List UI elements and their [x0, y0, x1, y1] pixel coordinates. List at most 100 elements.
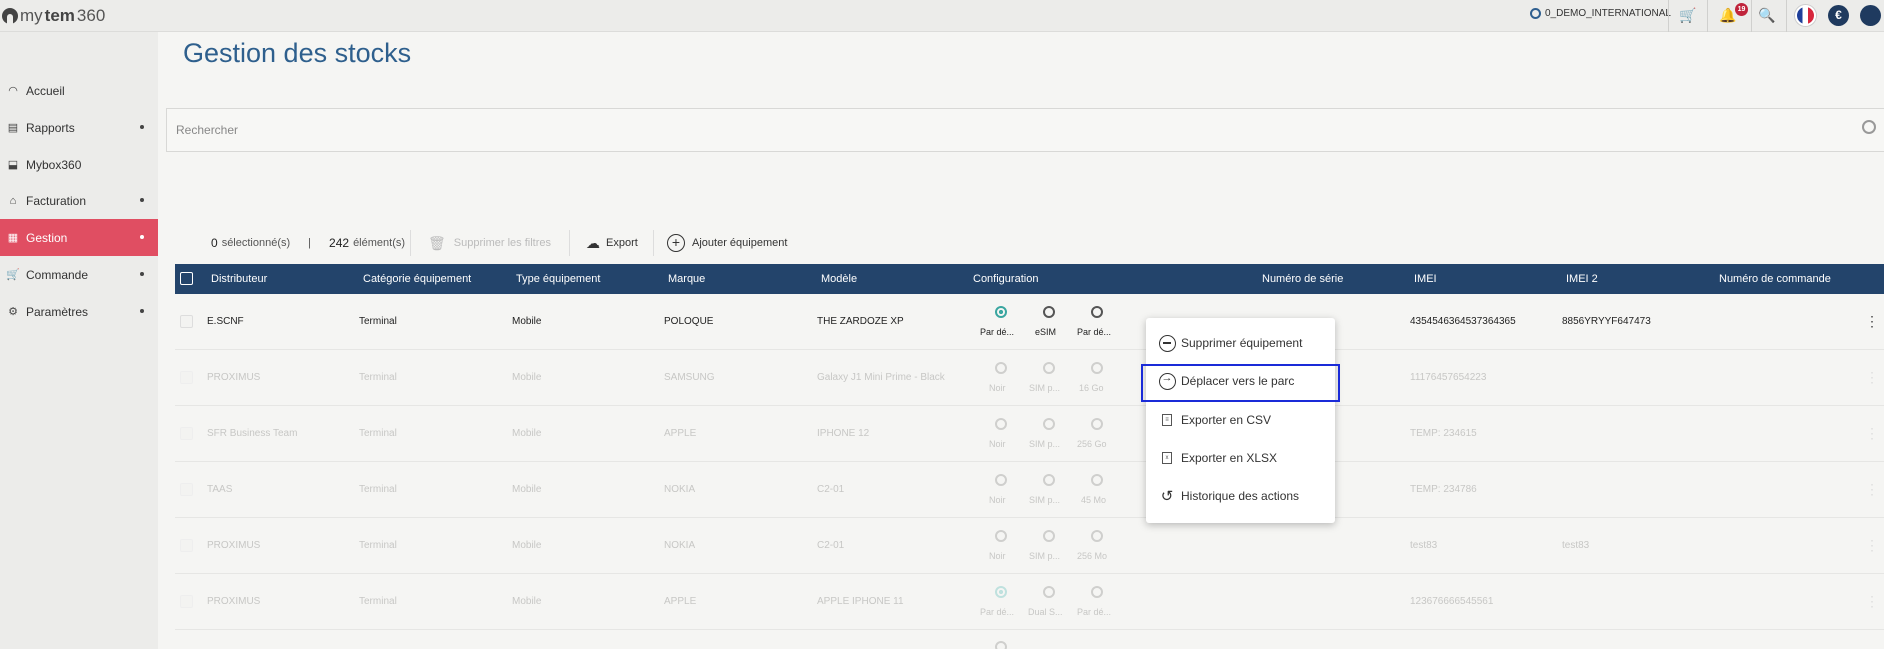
cfg-storage-label: Par dé... [1077, 607, 1112, 617]
cart-icon[interactable]: 🛒 [1679, 7, 1697, 24]
cfg-color-label: Noir [989, 383, 1006, 393]
cell-marque: SAMSUNG [664, 372, 715, 383]
cell-imei: TEMP: 234786 [1410, 484, 1477, 495]
column-header-numero-commande[interactable]: Numéro de commande [1719, 273, 1831, 285]
cell-distributeur: SFR Business Team [207, 428, 298, 439]
currency-button[interactable]: € [1828, 5, 1849, 26]
column-header-distributeur[interactable]: Distributeur [211, 273, 267, 285]
search-icon[interactable]: 🔍 [1758, 7, 1776, 24]
sidebar-item-label: Gestion [26, 230, 68, 245]
grid-icon: ▦ [7, 232, 19, 244]
table-row[interactable]: E.SCNF Terminal Mobile POLOQUE THE ZARDO… [175, 294, 1884, 350]
sidebar-item-facturation[interactable]: ⌂ Facturation [0, 182, 158, 219]
cell-marque: NOKIA [664, 484, 696, 495]
avatar[interactable] [1860, 5, 1881, 26]
language-flag-icon[interactable] [1795, 5, 1816, 26]
row-checkbox[interactable] [180, 595, 193, 608]
cfg-sim-label: eSIM [1035, 327, 1057, 337]
cfg-storage-label: 256 Go [1077, 439, 1107, 449]
cloud-download-icon: ☁ [586, 234, 600, 251]
storage-icon [1091, 586, 1103, 598]
table-row[interactable] [175, 630, 1884, 649]
trash-icon: 🗑 [428, 234, 446, 251]
clear-filters-button[interactable]: 🗑 Supprimer les filtres [428, 232, 551, 254]
menu-item-exporter-xlsx[interactable]: x Exporter en XLSX [1158, 447, 1277, 469]
storage-icon [1091, 362, 1103, 374]
account-selector[interactable]: 0_DEMO_INTERNATIONAL [1530, 8, 1671, 19]
sim-icon [1043, 362, 1055, 374]
search-icon[interactable] [1862, 120, 1876, 134]
row-context-menu: Supprimer équipement Déplacer vers le pa… [1146, 318, 1335, 523]
add-equipment-button[interactable]: + Ajouter équipement [667, 232, 787, 254]
menu-item-historique-actions[interactable]: ↺ Historique des actions [1158, 485, 1299, 507]
select-all-checkbox[interactable] [180, 272, 193, 285]
sidebar-item-rapports[interactable]: ▤ Rapports [0, 109, 158, 146]
column-header-configuration[interactable]: Configuration [973, 273, 1038, 285]
export-button[interactable]: ☁ Export [586, 232, 638, 254]
column-header-modele[interactable]: Modèle [821, 273, 857, 285]
cfg-sim-label: SIM p... [1029, 495, 1061, 505]
cell-modele: C2-01 [817, 540, 845, 551]
column-header-type[interactable]: Type équipement [516, 273, 600, 285]
column-header-marque[interactable]: Marque [668, 273, 705, 285]
column-header-imei[interactable]: IMEI [1414, 273, 1437, 285]
row-menu-icon[interactable]: ⋮ [1865, 594, 1879, 608]
logo-icon [2, 8, 18, 24]
column-header-categorie[interactable]: Catégorie équipement [363, 273, 471, 285]
cfg-sim-label: SIM p... [1029, 383, 1061, 393]
cell-modele: C2-01 [817, 484, 845, 495]
cfg-color-label: Noir [989, 439, 1006, 449]
sidebar-item-mybox360[interactable]: ⬓ Mybox360 [0, 146, 158, 183]
menu-item-label: Historique des actions [1181, 489, 1300, 503]
row-menu-icon[interactable]: ⋮ [1865, 426, 1879, 440]
app-logo[interactable]: my tem 360 [2, 6, 105, 26]
cfg-color-label: Par dé... [980, 327, 1015, 337]
expand-dot-icon [140, 125, 144, 129]
logo-prefix: my [20, 6, 43, 25]
cell-marque: POLOQUE [664, 316, 714, 327]
column-header-numero-serie[interactable]: Numéro de série [1262, 273, 1343, 285]
row-checkbox[interactable] [180, 315, 193, 328]
table-row[interactable]: PROXIMUS Terminal Mobile SAMSUNG Galaxy … [175, 350, 1884, 406]
row-checkbox[interactable] [180, 539, 193, 552]
table-row[interactable]: TAAS Terminal Mobile NOKIA C2-01 Noir SI… [175, 462, 1884, 518]
cfg-color-label: Par dé... [980, 607, 1015, 617]
cfg-storage-label: Par dé... [1077, 327, 1112, 337]
menu-item-exporter-csv[interactable]: ≡ Exporter en CSV [1158, 409, 1271, 431]
row-menu-icon[interactable]: ⋮ [1865, 370, 1879, 384]
cell-marque: APPLE [664, 428, 697, 439]
sim-icon [1043, 418, 1055, 430]
sidebar: ◠ Accueil ▤ Rapports ⬓ Mybox360 ⌂ Factur… [0, 32, 158, 649]
cell-imei: 123676666545561 [1410, 596, 1494, 607]
table-row[interactable]: PROXIMUS Terminal Mobile APPLE APPLE IPH… [175, 574, 1884, 630]
sidebar-item-accueil[interactable]: ◠ Accueil [0, 72, 158, 109]
column-header-imei2[interactable]: IMEI 2 [1566, 273, 1598, 285]
selected-label: sélectionné(s) [221, 237, 291, 249]
sidebar-item-commande[interactable]: 🛒 Commande [0, 256, 158, 293]
storage-icon [1091, 306, 1103, 318]
expand-dot-icon [140, 235, 144, 239]
menu-item-label: Exporter en CSV [1181, 413, 1272, 427]
cell-distributeur: PROXIMUS [207, 596, 261, 607]
cfg-color-label: Noir [989, 551, 1006, 561]
sidebar-item-gestion[interactable]: ▦ Gestion [0, 219, 158, 256]
row-menu-icon[interactable]: ⋮ [1865, 482, 1879, 496]
color-icon [995, 418, 1007, 430]
table-row[interactable]: PROXIMUS Terminal Mobile NOKIA C2-01 Noi… [175, 518, 1884, 574]
table-row[interactable]: SFR Business Team Terminal Mobile APPLE … [175, 406, 1884, 462]
cell-marque: APPLE [664, 596, 697, 607]
cell-modele: IPHONE 12 [817, 428, 870, 439]
row-checkbox[interactable] [180, 371, 193, 384]
sidebar-item-parametres[interactable]: ⚙ Paramètres [0, 293, 158, 330]
menu-item-supprimer-equipement[interactable]: Supprimer équipement [1158, 332, 1302, 354]
row-checkbox[interactable] [180, 427, 193, 440]
row-checkbox[interactable] [180, 483, 193, 496]
table-header: Distributeur Catégorie équipement Type é… [175, 264, 1884, 294]
color-icon [995, 474, 1007, 486]
cfg-sim-label: SIM p... [1029, 439, 1061, 449]
row-menu-icon[interactable]: ⋮ [1865, 314, 1879, 328]
page-title: Gestion des stocks [183, 38, 412, 68]
search-input[interactable] [167, 109, 1884, 151]
bank-icon: ⌂ [9, 194, 17, 207]
row-menu-icon[interactable]: ⋮ [1865, 538, 1879, 552]
